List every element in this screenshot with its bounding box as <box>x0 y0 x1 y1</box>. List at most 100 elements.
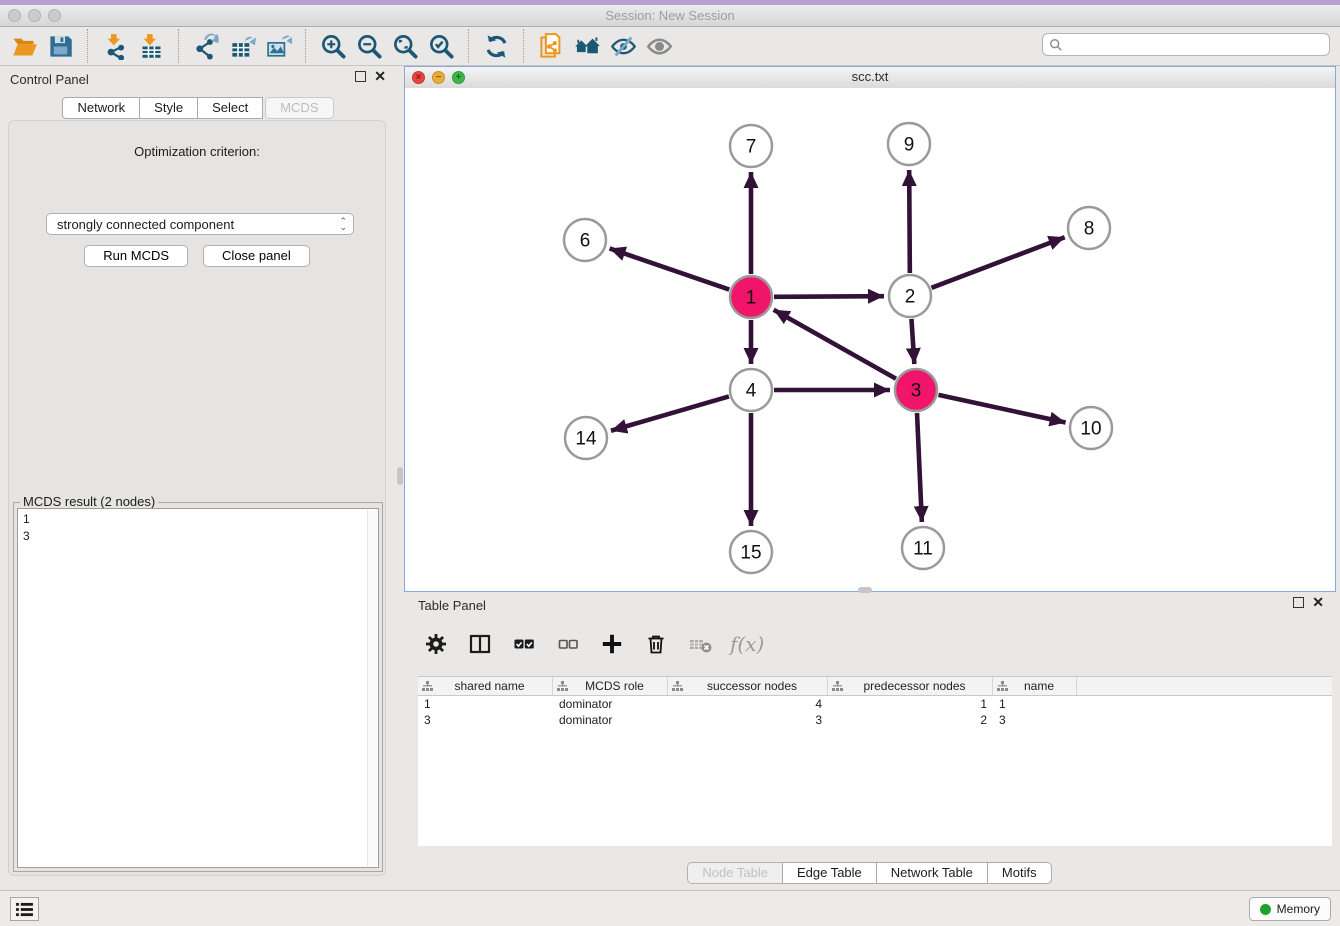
float-panel-icon[interactable] <box>355 71 366 82</box>
hide-selected-button[interactable] <box>605 30 641 62</box>
node-11[interactable]: 11 <box>902 527 944 569</box>
memory-button[interactable]: Memory <box>1249 897 1331 921</box>
node-2[interactable]: 2 <box>889 275 931 317</box>
table-tab-node-table[interactable]: Node Table <box>687 862 783 884</box>
column-sort-icon <box>832 681 843 692</box>
open-session-button[interactable] <box>6 30 42 62</box>
export-network-button[interactable] <box>188 30 224 62</box>
run-mcds-button[interactable]: Run MCDS <box>84 245 188 267</box>
split-columns-button[interactable] <box>466 630 494 658</box>
horizontal-splitter-handle[interactable] <box>858 587 872 593</box>
edge-1-2[interactable] <box>774 296 884 297</box>
export-image-icon <box>265 33 292 60</box>
node-1[interactable]: 1 <box>730 276 772 318</box>
import-network-button[interactable] <box>97 30 133 62</box>
tab-network[interactable]: Network <box>62 97 140 119</box>
table-cell: dominator <box>553 713 668 727</box>
table-row[interactable]: 1dominator411 <box>418 696 1332 712</box>
table-tab-network-table[interactable]: Network Table <box>876 862 988 884</box>
table-panel: Table Panel ✕ <box>404 592 1336 890</box>
node-10[interactable]: 10 <box>1070 407 1112 449</box>
chevron-up-down-icon: ⌃⌄ <box>339 218 347 230</box>
close-panel-icon[interactable]: ✕ <box>374 71 386 82</box>
node-14[interactable]: 14 <box>565 417 607 459</box>
table-cell: 2 <box>828 713 993 727</box>
svg-text:14: 14 <box>575 429 597 450</box>
close-panel-button[interactable]: Close panel <box>203 245 310 267</box>
search-field[interactable] <box>1042 33 1330 56</box>
home-button[interactable] <box>569 30 605 62</box>
node-8[interactable]: 8 <box>1068 207 1110 249</box>
plus-icon <box>599 631 625 657</box>
function-builder-button[interactable]: f(x) <box>730 632 764 656</box>
criterion-select[interactable]: strongly connected component ⌃⌄ <box>46 213 354 235</box>
node-9[interactable]: 9 <box>888 123 930 165</box>
tab-select[interactable]: Select <box>197 97 263 119</box>
table-tab-edge-table[interactable]: Edge Table <box>782 862 877 884</box>
edge-2-9[interactable] <box>909 170 910 273</box>
vertical-splitter-handle[interactable] <box>397 467 403 485</box>
tab-mcds[interactable]: MCDS <box>265 97 333 119</box>
node-15[interactable]: 15 <box>730 531 772 573</box>
duplicate-network-icon <box>538 33 565 60</box>
edge-3-10[interactable] <box>938 395 1065 423</box>
network-canvas[interactable]: 7 9 6 8 1 2 4 3 14 10 15 11 <box>405 88 1335 591</box>
home-icon <box>574 33 601 60</box>
zoom-selected-icon <box>428 33 455 60</box>
show-all-button[interactable] <box>641 30 677 62</box>
node-6[interactable]: 6 <box>564 219 606 261</box>
column-header-name[interactable]: name <box>993 677 1077 695</box>
column-header-mcds-role[interactable]: MCDS role <box>553 677 668 695</box>
criterion-selected-value: strongly connected component <box>57 217 339 232</box>
table-tab-motifs[interactable]: Motifs <box>987 862 1052 884</box>
svg-text:11: 11 <box>913 539 933 560</box>
edge-2-3[interactable] <box>911 319 914 364</box>
zoom-selected-button[interactable] <box>423 30 459 62</box>
delete-table-button[interactable] <box>686 630 714 658</box>
duplicate-network-button[interactable] <box>533 30 569 62</box>
network-view-frame: × − + scc.txt 7 9 6 8 1 2 4 3 14 10 15 11 <box>404 66 1336 592</box>
node-3[interactable]: 3 <box>895 369 937 411</box>
edge-4-14[interactable] <box>611 396 729 430</box>
list-icon <box>15 902 34 917</box>
delete-button[interactable] <box>642 630 670 658</box>
export-table-button[interactable] <box>224 30 260 62</box>
select-all-button[interactable] <box>510 630 538 658</box>
import-table-button[interactable] <box>133 30 169 62</box>
edge-3-11[interactable] <box>917 413 922 522</box>
edge-3-1[interactable] <box>774 310 896 379</box>
zoom-out-button[interactable] <box>351 30 387 62</box>
save-session-button[interactable] <box>42 30 78 62</box>
table-settings-button[interactable] <box>422 630 450 658</box>
close-panel-icon[interactable]: ✕ <box>1312 597 1324 608</box>
edge-1-6[interactable] <box>610 248 730 289</box>
tab-style[interactable]: Style <box>139 97 198 119</box>
node-4[interactable]: 4 <box>730 369 772 411</box>
refresh-button[interactable] <box>478 30 514 62</box>
network-frame-titlebar[interactable]: × − + scc.txt <box>405 67 1335 89</box>
zoom-out-icon <box>356 33 383 60</box>
column-header-successor-nodes[interactable]: successor nodes <box>668 677 828 695</box>
table-tabs: Node TableEdge TableNetwork TableMotifs <box>404 862 1336 884</box>
column-header-shared-name[interactable]: shared name <box>418 677 553 695</box>
task-history-button[interactable] <box>10 897 39 921</box>
zoom-fit-button[interactable] <box>387 30 423 62</box>
column-header-predecessor-nodes[interactable]: predecessor nodes <box>828 677 993 695</box>
select-all-icon <box>512 632 536 656</box>
create-column-button[interactable] <box>598 630 626 658</box>
export-image-button[interactable] <box>260 30 296 62</box>
eye-slash-icon <box>610 33 637 60</box>
search-input[interactable] <box>1063 36 1329 53</box>
zoom-in-button[interactable] <box>315 30 351 62</box>
node-7[interactable]: 7 <box>730 125 772 167</box>
float-panel-icon[interactable] <box>1293 597 1304 608</box>
table-row[interactable]: 3dominator323 <box>418 712 1332 728</box>
mcds-result-textarea[interactable]: 1 3 <box>17 508 379 868</box>
toolbar-separator <box>178 29 179 63</box>
deselect-all-button[interactable] <box>554 630 582 658</box>
toolbar-separator <box>87 29 88 63</box>
edge-2-8[interactable] <box>932 237 1065 288</box>
zoom-in-icon <box>320 33 347 60</box>
save-floppy-icon <box>47 33 74 60</box>
result-scrollbar[interactable] <box>367 510 377 866</box>
